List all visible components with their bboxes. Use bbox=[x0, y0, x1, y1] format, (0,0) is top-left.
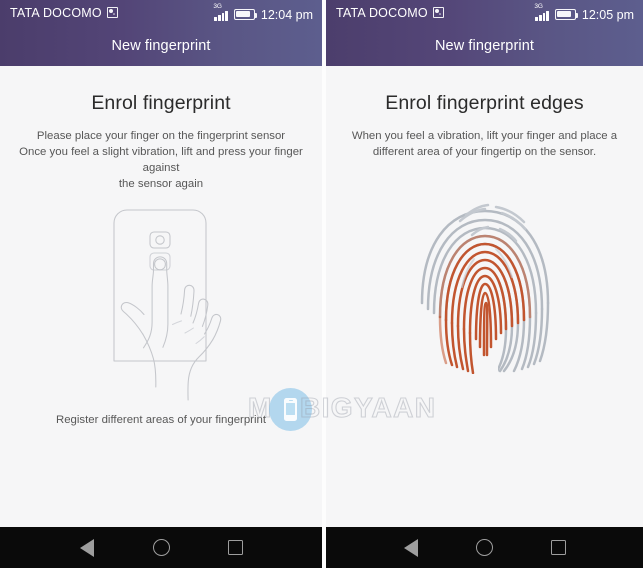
status-bar-right: TATA DOCOMO 3G 12:05 pm bbox=[326, 0, 643, 26]
network-type-label: 3G bbox=[213, 2, 222, 10]
battery-icon bbox=[554, 8, 579, 20]
signal-bars-glyph bbox=[535, 11, 549, 21]
back-icon bbox=[80, 538, 94, 557]
screen-enrol-fingerprint: TATA DOCOMO 3G 12:04 pm New fingerprint … bbox=[0, 0, 322, 568]
signal-bars-icon: 3G bbox=[213, 2, 228, 21]
signal-bars-icon: 3G bbox=[534, 2, 549, 21]
recents-icon bbox=[227, 540, 243, 555]
instruction-line-2: different area of your fingertip on the … bbox=[372, 146, 597, 158]
instruction-line-3: the sensor again bbox=[118, 178, 204, 190]
status-icons-left: 3G 12:04 pm bbox=[213, 2, 313, 22]
back-button[interactable] bbox=[374, 527, 448, 568]
page-title: Enrol fingerprint edges bbox=[385, 92, 584, 114]
instruction-line-1: Please place your finger on the fingerpr… bbox=[36, 130, 286, 142]
home-icon bbox=[476, 539, 493, 556]
app-bar-left: New fingerprint bbox=[0, 26, 322, 66]
instruction-line-2: Once you feel a slight vibration, lift a… bbox=[19, 146, 303, 174]
instruction-text: Please place your finger on the fingerpr… bbox=[15, 128, 307, 192]
home-icon bbox=[152, 539, 170, 556]
app-bar-right: New fingerprint bbox=[326, 26, 643, 66]
home-button[interactable] bbox=[448, 527, 522, 568]
recents-button[interactable] bbox=[522, 527, 596, 568]
screen-enrol-fingerprint-edges: TATA DOCOMO 3G 12:05 pm New fingerprint … bbox=[326, 0, 643, 568]
enrol-progress-caption: Register different areas of your fingerp… bbox=[56, 414, 266, 426]
signal-bars-glyph bbox=[214, 11, 228, 21]
clock-label: 12:05 pm bbox=[581, 7, 634, 22]
carrier-label-left: TATA DOCOMO bbox=[10, 6, 118, 20]
content-left: Enrol fingerprint Please place your fing… bbox=[0, 66, 322, 527]
recents-button[interactable] bbox=[198, 527, 272, 568]
status-icons-right: 3G 12:05 pm bbox=[534, 2, 634, 22]
instruction-text: When you feel a vibration, lift your fin… bbox=[351, 128, 619, 160]
battery-icon bbox=[233, 8, 258, 20]
recents-icon bbox=[551, 540, 566, 555]
carrier-name: TATA DOCOMO bbox=[336, 6, 428, 20]
page-title: Enrol fingerprint bbox=[91, 92, 231, 114]
top-bar-left: TATA DOCOMO 3G 12:04 pm New fingerprint bbox=[0, 0, 322, 66]
back-icon bbox=[403, 538, 418, 557]
carrier-name: TATA DOCOMO bbox=[10, 6, 102, 20]
network-type-label: 3G bbox=[534, 2, 543, 10]
content-right: Enrol fingerprint edges When you feel a … bbox=[326, 66, 643, 527]
navigation-bar-left bbox=[0, 527, 322, 568]
home-button[interactable] bbox=[124, 527, 198, 568]
top-bar-right: TATA DOCOMO 3G 12:05 pm New fingerprint bbox=[326, 0, 643, 66]
dual-screenshot-stage: TATA DOCOMO 3G 12:04 pm New fingerprint … bbox=[0, 0, 643, 568]
clock-label: 12:04 pm bbox=[260, 7, 313, 22]
navigation-bar-right bbox=[326, 527, 643, 568]
fingerprint-ridges-illustration bbox=[326, 199, 643, 374]
hand-pressing-phone-sensor-illustration bbox=[0, 206, 322, 401]
instruction-line-1: When you feel a vibration, lift your fin… bbox=[351, 130, 618, 142]
app-bar-title: New fingerprint bbox=[434, 38, 534, 54]
data-indicator-icon bbox=[106, 7, 118, 18]
app-bar-title: New fingerprint bbox=[111, 38, 211, 54]
data-indicator-icon bbox=[432, 7, 444, 18]
status-bar-left: TATA DOCOMO 3G 12:04 pm bbox=[0, 0, 322, 26]
back-button[interactable] bbox=[50, 527, 124, 568]
carrier-label-right: TATA DOCOMO bbox=[336, 6, 444, 20]
